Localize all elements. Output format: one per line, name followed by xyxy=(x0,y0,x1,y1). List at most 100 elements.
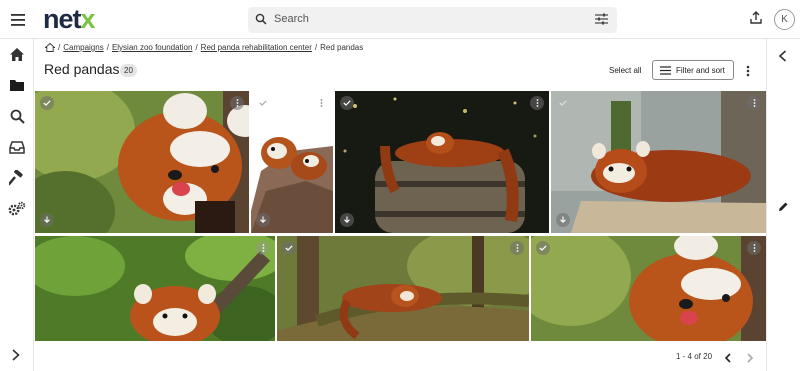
home-icon xyxy=(10,47,24,61)
red-panda-photo xyxy=(551,91,766,233)
nav-home[interactable] xyxy=(8,45,26,63)
breadcrumb-link-campaigns[interactable]: Campaigns xyxy=(63,43,103,52)
hamburger-menu-button[interactable] xyxy=(8,10,28,30)
nav-inbox[interactable] xyxy=(8,138,26,156)
home-icon[interactable] xyxy=(45,43,55,52)
pagination-range: 1 - 4 of 20 xyxy=(676,352,713,361)
upload-button[interactable] xyxy=(750,11,762,29)
asset-menu-button[interactable] xyxy=(230,96,244,110)
red-panda-photo xyxy=(531,236,766,341)
breadcrumb: / Campaigns / Elysian zoo foundation / R… xyxy=(45,43,363,52)
select-checkbox[interactable] xyxy=(282,241,296,255)
select-checkbox[interactable] xyxy=(536,241,550,255)
red-panda-photo xyxy=(277,236,529,341)
download-icon xyxy=(44,216,50,223)
search-icon xyxy=(255,13,267,25)
more-vertical-icon xyxy=(746,65,750,77)
red-panda-photo xyxy=(35,236,275,341)
checkmark-icon xyxy=(539,245,547,251)
download-icon xyxy=(560,216,566,223)
next-page-button[interactable] xyxy=(746,350,754,368)
toggle-panel-button[interactable] xyxy=(778,49,788,67)
top-bar: netx Search K xyxy=(0,0,800,39)
search-input[interactable]: Search xyxy=(274,13,309,25)
folder-icon xyxy=(10,79,24,91)
more-vertical-icon xyxy=(753,99,755,107)
checkmark-icon xyxy=(43,100,51,106)
breadcrumb-separator: / xyxy=(314,43,318,52)
hammer-icon xyxy=(9,170,23,186)
select-checkbox[interactable] xyxy=(340,96,354,110)
breadcrumb-link-elysian-zoo[interactable]: Elysian zoo foundation xyxy=(112,43,193,52)
asset-menu-button[interactable] xyxy=(314,96,328,110)
more-vertical-icon xyxy=(536,99,538,107)
hamburger-icon xyxy=(11,14,25,26)
nav-settings[interactable] xyxy=(8,200,26,218)
checkmark-icon xyxy=(559,100,567,106)
previous-page-button[interactable] xyxy=(724,350,732,368)
asset-menu-button[interactable] xyxy=(256,241,270,255)
select-checkbox[interactable] xyxy=(256,96,270,110)
search-bar[interactable]: Search xyxy=(248,7,617,33)
chevron-right-icon xyxy=(12,349,20,361)
asset-thumbnail[interactable] xyxy=(251,91,333,233)
download-button[interactable] xyxy=(340,213,354,227)
inbox-icon xyxy=(9,140,25,154)
asset-thumbnail[interactable] xyxy=(551,91,766,233)
chevron-right-icon xyxy=(747,353,754,363)
download-button[interactable] xyxy=(40,213,54,227)
asset-thumbnail[interactable] xyxy=(35,236,275,341)
more-vertical-icon xyxy=(516,244,518,252)
checkmark-icon xyxy=(343,100,351,106)
asset-thumbnail[interactable] xyxy=(35,91,249,233)
left-sidebar xyxy=(0,39,34,371)
checkmark-icon xyxy=(259,100,267,106)
filter-sort-label: Filter and sort xyxy=(676,65,725,75)
netx-logo[interactable]: netx xyxy=(43,4,96,34)
nav-folders[interactable] xyxy=(8,76,26,94)
filter-sort-button[interactable]: Filter and sort xyxy=(652,60,734,80)
asset-thumbnail[interactable] xyxy=(531,236,766,341)
download-button[interactable] xyxy=(556,213,570,227)
select-all-button[interactable]: Select all xyxy=(609,66,641,75)
select-checkbox[interactable] xyxy=(556,96,570,110)
asset-count-badge: 20 xyxy=(120,64,137,77)
pencil-icon xyxy=(779,202,788,211)
nav-tools[interactable] xyxy=(8,169,26,187)
asset-menu-button[interactable] xyxy=(747,96,761,110)
gears-icon xyxy=(8,201,26,216)
more-vertical-icon xyxy=(753,244,755,252)
chevron-left-icon xyxy=(778,50,787,62)
download-icon xyxy=(344,216,350,223)
more-options-button[interactable] xyxy=(746,64,750,82)
search-icon xyxy=(10,109,25,124)
checkmark-icon xyxy=(285,245,293,251)
breadcrumb-separator: / xyxy=(106,43,109,52)
edit-button[interactable] xyxy=(778,199,789,217)
nav-search[interactable] xyxy=(8,107,26,125)
filter-sliders-icon[interactable] xyxy=(595,13,608,25)
upload-icon xyxy=(750,11,762,24)
more-vertical-icon xyxy=(320,99,322,107)
chevron-left-icon xyxy=(724,353,731,363)
download-button[interactable] xyxy=(256,213,270,227)
expand-sidebar-button[interactable] xyxy=(11,348,21,366)
asset-thumbnail[interactable] xyxy=(335,91,549,233)
asset-menu-button[interactable] xyxy=(530,96,544,110)
breadcrumb-current: Red pandas xyxy=(320,43,364,52)
red-panda-photo xyxy=(251,91,333,233)
breadcrumb-separator: / xyxy=(58,43,61,52)
more-vertical-icon xyxy=(262,244,264,252)
select-checkbox[interactable] xyxy=(40,96,54,110)
red-panda-photo xyxy=(335,91,549,233)
breadcrumb-separator: / xyxy=(195,43,198,52)
filter-lines-icon xyxy=(660,65,671,75)
breadcrumb-link-rehab-center[interactable]: Red panda rehabilitation center xyxy=(201,43,312,52)
page-title: Red pandas xyxy=(44,61,120,77)
red-panda-photo xyxy=(35,91,249,233)
asset-thumbnail[interactable] xyxy=(277,236,529,341)
more-vertical-icon xyxy=(236,99,238,107)
user-avatar[interactable]: K xyxy=(774,9,795,30)
asset-menu-button[interactable] xyxy=(747,241,761,255)
asset-menu-button[interactable] xyxy=(510,241,524,255)
